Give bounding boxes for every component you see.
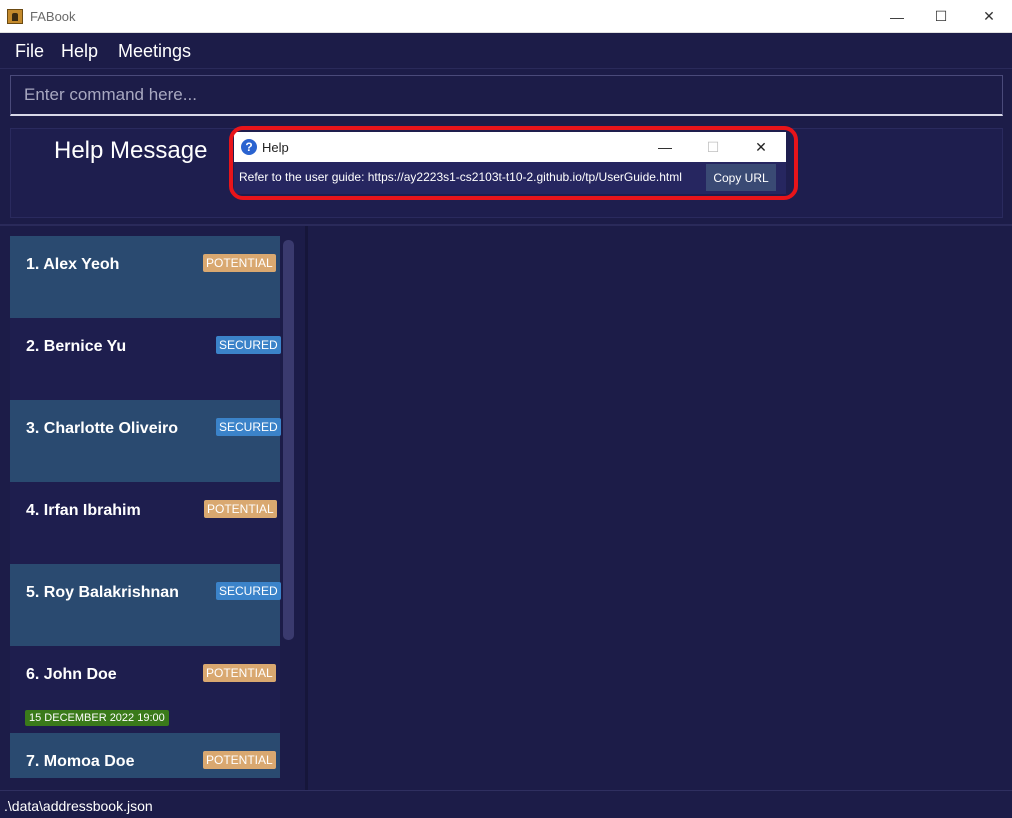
highlight-outline (229, 126, 798, 200)
window-title: FABook (30, 9, 76, 24)
status-tag: SECURED (216, 582, 281, 600)
list-scrollbar[interactable] (283, 240, 294, 640)
status-tag: POTENTIAL (203, 751, 276, 769)
menu-meetings[interactable]: Meetings (118, 41, 191, 62)
meeting-tag: 15 DECEMBER 2022 19:00 (25, 710, 169, 726)
menu-bar: File Help Meetings (0, 33, 1012, 69)
minimize-button[interactable]: — (874, 0, 920, 33)
status-bar: .\data\addressbook.json (0, 790, 1012, 818)
person-card[interactable]: 6. John Doe POTENTIAL 15 DECEMBER 2022 1… (10, 646, 280, 733)
person-name: 7. Momoa Doe (26, 753, 135, 770)
person-name: 6. John Doe (26, 666, 117, 683)
detail-pane (308, 226, 1012, 790)
person-name: 1. Alex Yeoh (26, 256, 120, 273)
person-card[interactable]: 1. Alex Yeoh POTENTIAL (10, 236, 280, 318)
app-icon (7, 9, 23, 24)
person-name: 4. Irfan Ibrahim (26, 502, 141, 519)
maximize-button[interactable]: ☐ (918, 0, 964, 33)
person-name: 3. Charlotte Oliveiro (26, 420, 179, 437)
person-list[interactable]: 1. Alex Yeoh POTENTIAL 2. Bernice Yu SEC… (10, 236, 296, 778)
window-titlebar: FABook — ☐ ✕ (0, 0, 1012, 33)
person-name: 5. Roy Balakrishnan (26, 584, 179, 601)
close-button[interactable]: ✕ (966, 0, 1012, 33)
maximize-icon: ☐ (934, 8, 948, 24)
person-card[interactable]: 5. Roy Balakrishnan SECURED (10, 564, 281, 646)
status-tag: POTENTIAL (204, 500, 277, 518)
person-card[interactable]: 2. Bernice Yu SECURED (10, 318, 281, 400)
person-card[interactable]: 3. Charlotte Oliveiro SECURED (10, 400, 281, 482)
person-card[interactable]: 4. Irfan Ibrahim POTENTIAL (10, 482, 280, 564)
status-tag: SECURED (216, 418, 281, 436)
minimize-icon: — (890, 8, 904, 25)
file-path: .\data\addressbook.json (4, 798, 153, 814)
close-icon: ✕ (983, 8, 995, 24)
status-tag: POTENTIAL (203, 254, 276, 272)
menu-help[interactable]: Help (61, 41, 98, 62)
person-name: 2. Bernice Yu (26, 338, 127, 355)
menu-file[interactable]: File (15, 41, 44, 62)
status-tag: SECURED (216, 336, 281, 354)
status-tag: POTENTIAL (203, 664, 276, 682)
command-input[interactable] (11, 76, 1002, 114)
command-box (10, 75, 1003, 116)
result-message: Help Message (54, 137, 208, 164)
person-card[interactable]: 7. Momoa Doe POTENTIAL (10, 733, 280, 778)
